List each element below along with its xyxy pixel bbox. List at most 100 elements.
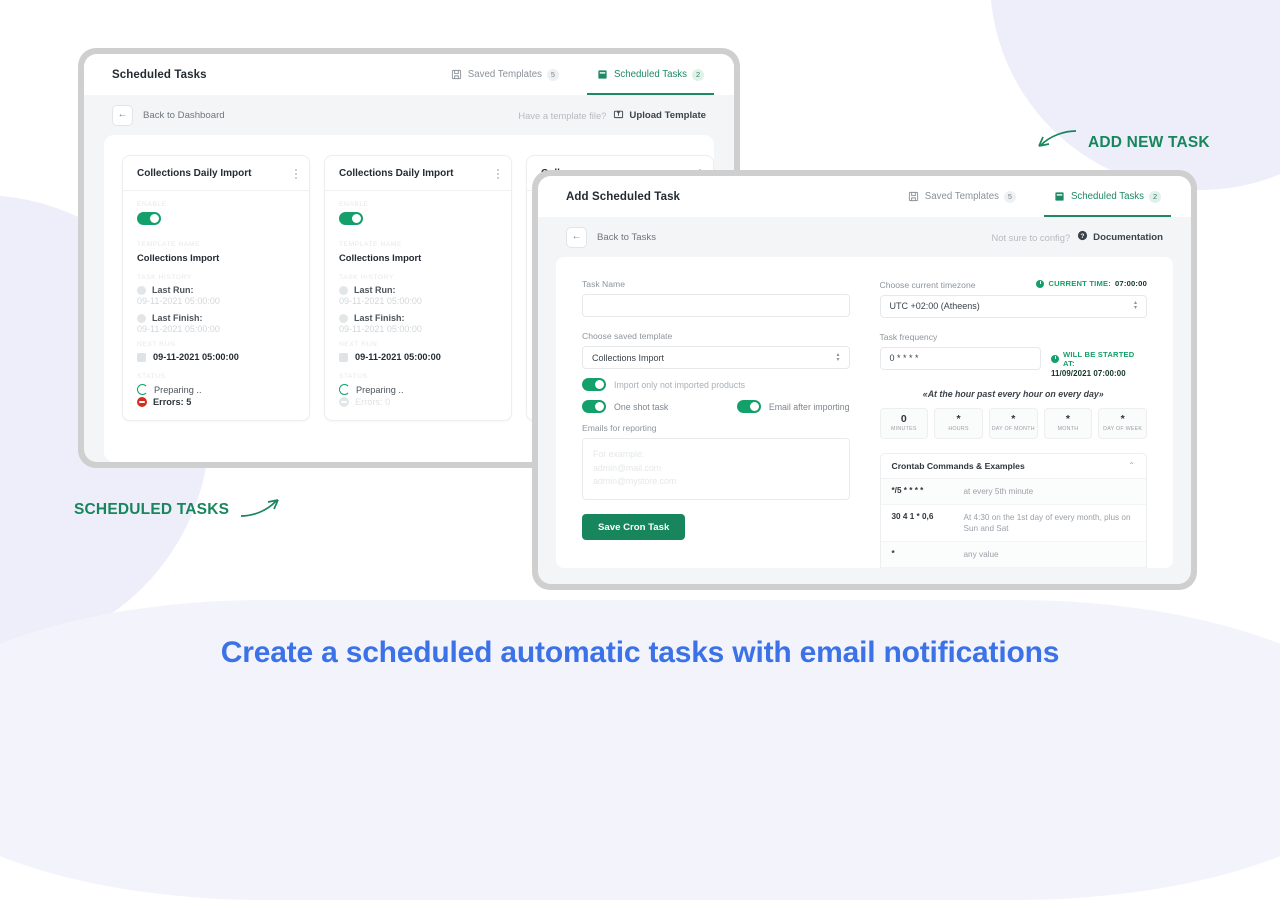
status-label: STATUS — [339, 373, 368, 380]
annotation-label: ADD NEW TASK — [1088, 133, 1210, 151]
upload-template-button[interactable]: Upload Template — [613, 108, 706, 122]
add-task-form: Task Name Choose saved template Collecti… — [556, 257, 1173, 568]
annotation-scheduled-tasks: SCHEDULED TASKS — [74, 495, 281, 524]
chevron-updown-icon: ▴ ▾ — [836, 351, 840, 363]
next-run-value: 09-11-2021 05:00:00 — [153, 352, 239, 362]
back-to-tasks-button[interactable]: ← Back to Tasks — [566, 226, 656, 248]
chevron-updown-icon: ▴ ▾ — [1133, 300, 1137, 311]
help-circle-icon: ? — [1077, 230, 1088, 244]
segment-value: * — [1065, 413, 1070, 425]
tab-scheduled-tasks[interactable]: Scheduled Tasks 2 — [1043, 176, 1172, 217]
toggle-switch[interactable] — [582, 378, 606, 391]
error-icon — [137, 397, 147, 407]
emails-placeholder-line: admin@mail.com — [593, 462, 662, 473]
segment-label: DAY OF WEEK — [1103, 426, 1143, 432]
toggle-switch[interactable] — [736, 400, 761, 413]
clock-icon — [137, 285, 146, 295]
tab-label: Scheduled Tasks — [1070, 191, 1144, 202]
timezone-value: UTC +02:00 (Atheens) — [889, 301, 980, 311]
form-left-column: Task Name Choose saved template Collecti… — [582, 279, 850, 568]
toggle-one-shot-task[interactable]: One shot task — [582, 400, 668, 413]
back-to-dashboard-button[interactable]: ← Back to Dashboard — [112, 104, 225, 126]
task-card[interactable]: Collections Daily Import ENABLE TEMPLATE… — [324, 155, 512, 421]
save-template-icon — [451, 69, 463, 81]
toggle-email-after-importing[interactable]: Email after importing — [736, 400, 850, 413]
task-frequency-input[interactable]: 0 * * * * — [879, 346, 1041, 370]
spinner-icon — [339, 384, 350, 395]
back-to-dashboard-label: Back to Dashboard — [143, 109, 225, 121]
task-name-input[interactable] — [582, 294, 850, 317]
timezone-select[interactable]: UTC +02:00 (Atheens) ▴ ▾ — [879, 294, 1147, 318]
last-finish-label: Last Finish: — [354, 313, 405, 323]
cron-segment-month[interactable]: * MONTH — [1043, 407, 1093, 439]
segment-label: DAY OF MONTH — [991, 426, 1035, 432]
template-name-value: Collections Import — [339, 252, 422, 263]
error-icon — [339, 397, 349, 407]
arrow-curve-left-icon — [1036, 128, 1078, 157]
documentation-link[interactable]: ? Documentation — [1077, 230, 1163, 244]
upload-icon — [613, 108, 624, 122]
page-title: Scheduled Tasks — [112, 68, 207, 81]
will-be-started-header: WILL BE STARTED AT: — [1051, 350, 1147, 368]
will-be-started-note: WILL BE STARTED AT: 11/09/2021 07:00:00 — [1051, 347, 1147, 378]
tab-label: Saved Templates — [467, 69, 542, 80]
crontab-panel-header[interactable]: Crontab Commands & Examples ⌃ — [880, 454, 1146, 479]
tab-badge: 2 — [1149, 190, 1161, 203]
form-right-column: Choose current timezone CURRENT TIME: 07… — [879, 279, 1148, 568]
chevron-up-icon: ⌃ — [1128, 461, 1135, 470]
status-value: Preparing .. — [154, 384, 202, 395]
will-be-started-label: WILL BE STARTED AT: — [1063, 349, 1135, 368]
next-run-value: 09-11-2021 05:00:00 — [355, 352, 441, 362]
save-cron-task-button[interactable]: Save Cron Task — [582, 514, 686, 540]
clock-icon — [1036, 279, 1045, 288]
task-card-menu-icon[interactable] — [497, 168, 499, 179]
next-run-label: NEXT RUN — [339, 341, 378, 348]
upload-template-label: Upload Template — [629, 109, 706, 121]
annotation-label: SCHEDULED TASKS — [74, 500, 230, 518]
enable-toggle[interactable] — [339, 212, 363, 225]
task-history-label: TASK HISTORY — [339, 274, 394, 281]
current-time-note: CURRENT TIME: 07:00:00 — [1036, 279, 1147, 288]
cron-segment-hours[interactable]: * HOURS — [934, 407, 983, 439]
last-finish-label: Last Finish: — [152, 313, 203, 323]
background-decoration-top-right — [990, 0, 1280, 190]
front-window-tabs: Saved Templates 5 Scheduled Tasks 2 — [904, 176, 1172, 217]
crontab-example-row: 30 4 1 * 0,6 At 4:30 on the 1st day of e… — [880, 504, 1146, 542]
clock-icon — [339, 313, 348, 323]
enable-label: ENABLE — [137, 201, 167, 208]
errors-value: Errors: 0 — [355, 397, 391, 407]
segment-label: MINUTES — [891, 426, 917, 432]
crontab-description: at every 5th minute — [963, 486, 1034, 496]
tab-label: Saved Templates — [924, 191, 999, 202]
front-window-subbar: ← Back to Tasks Not sure to config? ? Do… — [538, 217, 1191, 257]
segment-value: 0 — [900, 413, 907, 425]
crontab-command: */5 * * * * — [891, 485, 924, 495]
cron-segment-day-of-week[interactable]: * DAY OF WEEK — [1098, 407, 1148, 439]
saved-template-select[interactable]: Collections Import ▴ ▾ — [582, 346, 850, 369]
enable-toggle[interactable] — [137, 212, 161, 225]
emails-textarea[interactable]: For example: admin@mail.com admin@mystor… — [582, 438, 850, 500]
add-scheduled-task-window: Add Scheduled Task Saved Templates 5 Sch… — [532, 170, 1197, 590]
toggle-import-only-not-imported[interactable]: Import only not imported products — [582, 378, 850, 391]
task-card-menu-icon[interactable] — [295, 168, 297, 179]
toggle-switch[interactable] — [582, 400, 606, 413]
task-card[interactable]: Collections Daily Import ENABLE TEMPLATE… — [122, 155, 310, 421]
timezone-label: Choose current timezone — [879, 279, 976, 290]
tab-saved-templates[interactable]: Saved Templates 5 — [904, 176, 1020, 217]
marketing-headline: Create a scheduled automatic tasks with … — [220, 636, 1060, 669]
tab-scheduled-tasks[interactable]: Scheduled Tasks 2 — [586, 54, 715, 95]
scheduled-tasks-icon — [1054, 191, 1066, 203]
config-hint: Not sure to config? — [991, 231, 1071, 243]
cron-segment-minutes[interactable]: 0 MINUTES — [879, 407, 929, 439]
emails-placeholder-line: For example: — [593, 449, 645, 459]
cron-segments: 0 MINUTES * HOURS * DAY OF MONTH * MONTH — [879, 407, 1148, 439]
template-name-value: Collections Import — [137, 252, 220, 263]
cron-phrase: «At the hour past every hour on every da… — [922, 388, 1104, 399]
tab-label: Scheduled Tasks — [613, 69, 687, 80]
crontab-panel-title: Crontab Commands & Examples — [891, 460, 1025, 471]
back-window-subbar: ← Back to Dashboard Have a template file… — [84, 95, 734, 135]
cron-segment-day-of-month[interactable]: * DAY OF MONTH — [988, 407, 1038, 439]
task-name-label: Task Name — [582, 279, 625, 289]
tab-saved-templates[interactable]: Saved Templates 5 — [447, 54, 563, 95]
documentation-label: Documentation — [1093, 231, 1163, 243]
